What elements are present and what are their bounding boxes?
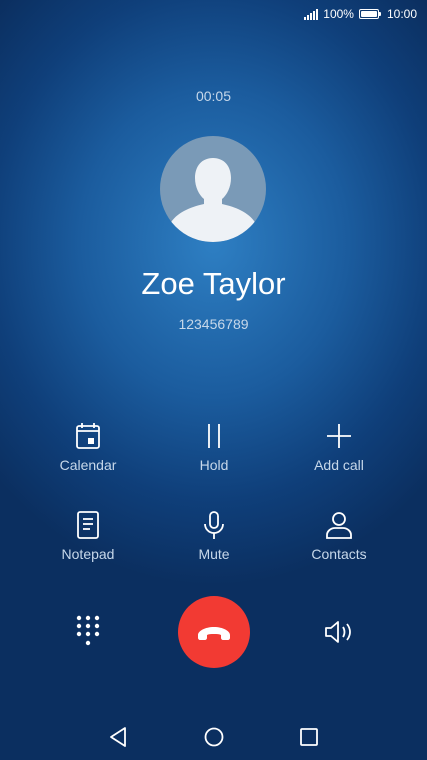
status-time: 10:00 — [386, 7, 417, 21]
mute-label: Mute — [198, 546, 230, 562]
hold-button[interactable]: Hold — [159, 420, 269, 480]
notepad-label: Notepad — [61, 546, 115, 562]
end-call-icon — [198, 627, 230, 640]
dialpad-button[interactable] — [75, 614, 101, 653]
recents-square-icon — [300, 728, 318, 746]
mute-button[interactable]: Mute — [159, 509, 269, 569]
calendar-icon — [33, 420, 143, 452]
notepad-icon — [33, 509, 143, 541]
dialpad-icon — [76, 615, 100, 646]
plus-icon — [284, 420, 394, 452]
contacts-label: Contacts — [311, 546, 367, 562]
microphone-icon — [159, 509, 269, 541]
person-icon — [284, 509, 394, 541]
back-triangle-icon — [110, 727, 126, 747]
status-indicators: 100% 10:00 — [304, 7, 417, 21]
signal-icon — [304, 8, 319, 20]
speaker-icon — [325, 621, 351, 643]
battery-percent: 100% — [323, 7, 354, 21]
contacts-button[interactable]: Contacts — [284, 509, 394, 569]
person-silhouette-icon — [170, 158, 256, 242]
add-call-label: Add call — [314, 457, 364, 473]
end-call-button[interactable] — [178, 596, 250, 668]
pause-icon — [159, 420, 269, 452]
status-bar: 100% 10:00 — [0, 0, 427, 30]
notepad-button[interactable]: Notepad — [33, 509, 143, 569]
call-timer: 00:05 — [195, 88, 232, 104]
hold-label: Hold — [199, 457, 229, 473]
contact-avatar — [160, 136, 266, 242]
add-call-button[interactable]: Add call — [284, 420, 394, 480]
battery-icon — [358, 9, 381, 19]
home-button[interactable] — [203, 726, 225, 748]
home-circle-icon — [204, 727, 224, 747]
navigation-bar — [0, 714, 427, 760]
speaker-button[interactable] — [323, 618, 355, 651]
contact-name: Zoe Taylor — [141, 266, 286, 301]
back-button[interactable] — [108, 726, 128, 748]
calendar-button[interactable]: Calendar — [33, 420, 143, 480]
contact-number: 123456789 — [178, 316, 249, 332]
calendar-label: Calendar — [59, 457, 117, 473]
recents-button[interactable] — [298, 726, 320, 748]
